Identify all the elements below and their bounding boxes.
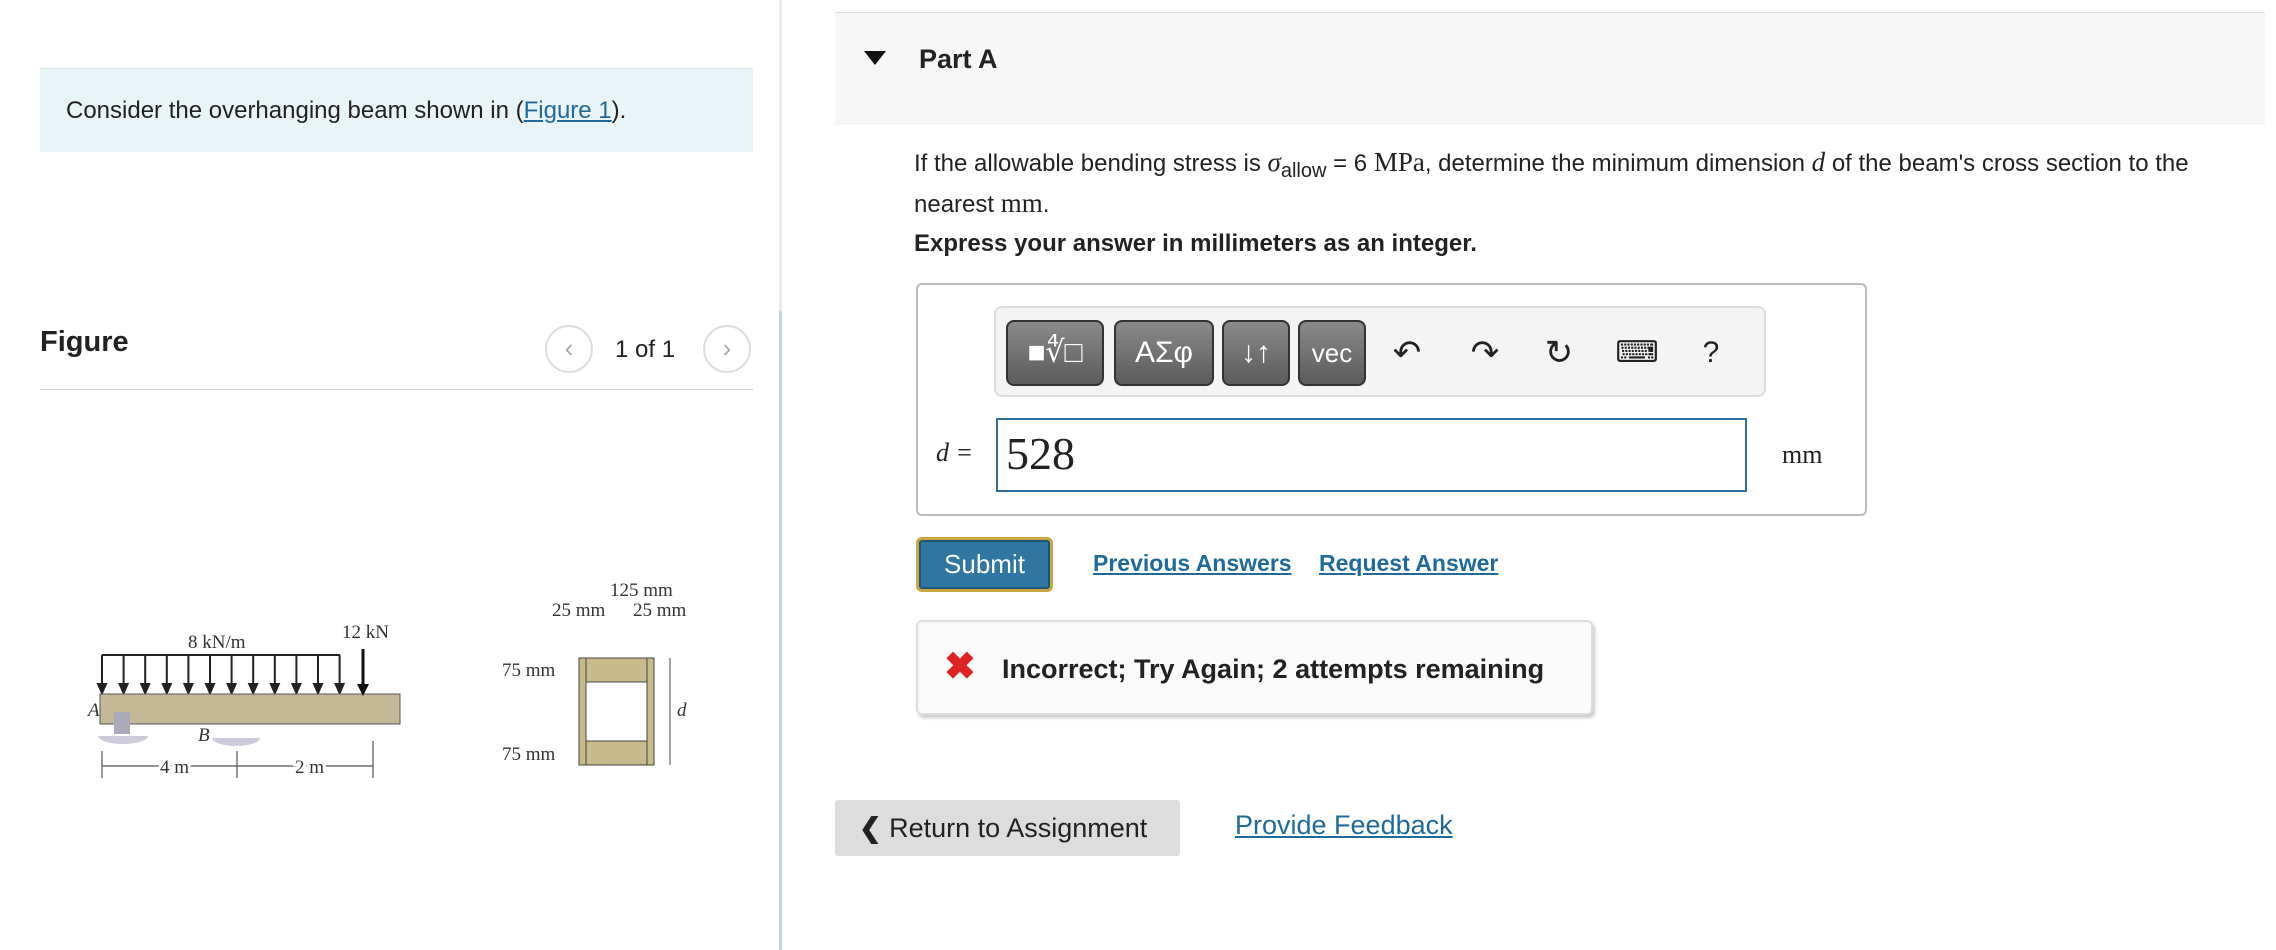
beam <box>99 693 401 725</box>
load-arrowhead <box>96 683 108 696</box>
flange-right-label: 25 mm <box>633 600 687 621</box>
answer-label: d = <box>936 438 974 467</box>
provide-feedback-link[interactable]: Provide Feedback <box>1235 810 1453 841</box>
overhang-label: 2 m <box>295 757 324 778</box>
divider <box>40 389 753 390</box>
submit-button[interactable]: Submit <box>916 537 1053 592</box>
return-label: Return to Assignment <box>889 813 1148 843</box>
answer-unit: mm <box>1782 440 1823 469</box>
chevron-left-icon: ❮ <box>859 813 890 843</box>
top-depth-label: 75 mm <box>502 660 556 681</box>
load-arrowhead <box>161 683 173 696</box>
previous-answers-link[interactable]: Previous Answers <box>1093 550 1292 577</box>
intro-box: Consider the overhanging beam shown in (… <box>40 68 753 152</box>
intro-text-end: ). <box>611 97 627 124</box>
load-arrowhead <box>247 683 259 696</box>
bottom-depth-label: 75 mm <box>502 744 556 765</box>
load-arrowhead <box>269 683 281 696</box>
arrows-button[interactable]: ↓↑ <box>1222 320 1290 386</box>
distributed-load-label: 8 kN/m <box>188 632 246 653</box>
load-arrowhead <box>204 683 216 696</box>
support-b <box>212 738 260 746</box>
answer-input[interactable]: 528 <box>996 418 1747 492</box>
vec-button[interactable]: vec <box>1298 320 1366 386</box>
load-arrowhead <box>182 683 194 696</box>
feedback-text: Incorrect; Try Again; 2 attempts remaini… <box>1002 654 1545 684</box>
templates-button[interactable]: ■∜□ <box>1006 320 1104 386</box>
request-answer-link[interactable]: Request Answer <box>1319 550 1498 577</box>
load-arrowhead <box>118 683 130 696</box>
load-arrowhead <box>334 683 346 696</box>
feedback-box: ✖ Incorrect; Try Again; 2 attempts remai… <box>916 620 1593 715</box>
instruction: Express your answer in millimeters as an… <box>914 230 1477 257</box>
next-figure-button[interactable]: › <box>703 325 751 373</box>
figure-title: Figure <box>40 326 129 358</box>
support-b-label: B <box>198 725 210 746</box>
collapse-triangle-icon[interactable] <box>864 51 886 65</box>
support-a-label: A <box>86 700 100 721</box>
help-button[interactable]: ? <box>1686 322 1736 384</box>
span-ab-label: 4 m <box>160 757 189 778</box>
load-arrowhead <box>290 683 302 696</box>
math-toolbar: ■∜□ ΑΣφ ↓↑ vec ↶ ↷ ↻ ⌨ ? <box>994 306 1766 397</box>
flange-left-label: 25 mm <box>552 600 606 621</box>
figure-pager: 1 of 1 <box>615 336 676 363</box>
redo-icon[interactable]: ↷ <box>1460 322 1510 384</box>
return-to-assignment-button[interactable]: ❮ Return to Assignment <box>835 800 1180 856</box>
distributed-load-arrows <box>96 654 346 696</box>
load-arrowhead <box>226 683 238 696</box>
cross-section <box>578 657 671 766</box>
part-title: Part A <box>919 44 998 74</box>
undo-icon[interactable]: ↶ <box>1382 322 1432 384</box>
keyboard-icon[interactable]: ⌨ <box>1612 322 1662 384</box>
part-header[interactable] <box>835 12 2265 125</box>
depth-label: d <box>677 700 687 721</box>
load-arrowhead <box>139 683 151 696</box>
load-arrowhead <box>312 683 324 696</box>
prev-figure-button[interactable]: ‹ <box>545 325 593 373</box>
support-a <box>98 736 148 744</box>
question-text: If the allowable bending stress is σallo… <box>914 147 2189 218</box>
point-load-label: 12 kN <box>342 622 389 643</box>
intro-text: Consider the overhanging beam shown in ( <box>66 97 524 124</box>
figure-link[interactable]: Figure 1 <box>524 97 612 124</box>
reset-icon[interactable]: ↻ <box>1534 322 1584 384</box>
beam-figure: 8 kN/m 12 kN A B 4 m 2 m 125 mm 25 mm 25… <box>86 580 687 781</box>
incorrect-x-icon: ✖ <box>944 646 976 688</box>
width-label: 125 mm <box>610 580 673 601</box>
panel-divider[interactable] <box>779 0 782 950</box>
greek-button[interactable]: ΑΣφ <box>1114 320 1214 386</box>
